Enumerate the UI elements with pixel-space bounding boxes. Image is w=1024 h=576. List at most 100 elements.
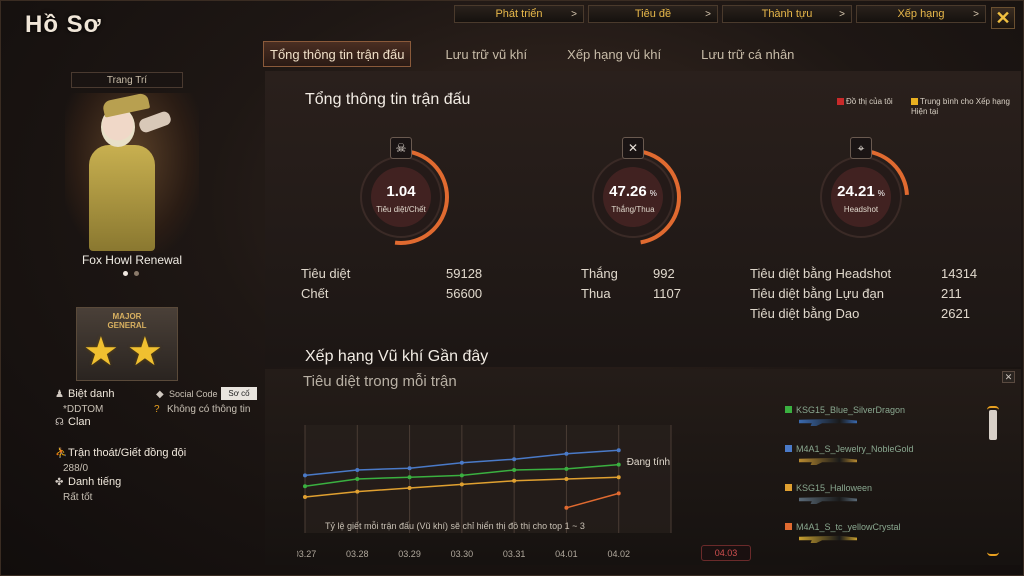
profile-window: Hồ Sơ Phát triển > Tiêu đề > Thành tựu > Xế… xyxy=(0,0,1024,576)
stat-knife-label: Tiêu diệt bằng Dao xyxy=(750,306,860,321)
data-point[interactable] xyxy=(407,475,412,480)
weapon-item[interactable]: KSG15_Halloween xyxy=(785,483,985,504)
close-button[interactable]: ✕ xyxy=(991,7,1015,29)
help-icon: ? xyxy=(154,404,160,415)
data-point[interactable] xyxy=(564,477,569,481)
data-point[interactable] xyxy=(459,473,464,478)
chevron-right-icon: > xyxy=(705,8,711,20)
x-tick-label: 03.27 xyxy=(297,549,316,559)
star-icon: ★ xyxy=(127,330,163,374)
weapon-color-swatch xyxy=(785,406,792,413)
social-code-value-text: Không có thông tin xyxy=(167,404,251,415)
weapon-name: M4A1_S_Jewelry_NobleGold xyxy=(796,444,914,454)
weapon-color-swatch xyxy=(785,484,792,491)
tab-match-summary[interactable]: Tổng thông tin trận đấu xyxy=(263,41,412,67)
window-title: Hồ Sơ xyxy=(25,11,102,38)
tab-personal-archive[interactable]: Lưu trữ cá nhân xyxy=(695,41,800,67)
data-point[interactable] xyxy=(512,468,517,472)
gauge-number: 24.21 xyxy=(837,183,875,200)
star-icon: ★ xyxy=(83,330,119,374)
nickname-label: ♟ Biệt danh xyxy=(55,388,114,400)
clan-label: ☊ Clan xyxy=(55,416,91,428)
weapon-item[interactable]: KSG15_Blue_SilverDragon xyxy=(785,405,985,426)
weapon-name: KSG15_Halloween xyxy=(796,483,873,493)
chart-subtitle: Tiêu diệt trong mỗi trận xyxy=(303,373,457,390)
data-point[interactable] xyxy=(355,468,360,472)
social-code-value: ? Không có thông tin xyxy=(154,404,250,415)
stat-losses-value: 1107 xyxy=(653,286,681,301)
tab-weapon-ranking[interactable]: Xếp hạng vũ khí xyxy=(561,41,667,67)
weapon-item[interactable]: M4A1_S_Jewelry_NobleGold xyxy=(785,444,985,465)
nav-title[interactable]: Tiêu đề > xyxy=(588,5,718,23)
stat-kills-value: 59128 xyxy=(446,266,483,281)
social-code-button[interactable]: Sơ cố xyxy=(221,387,257,400)
stat-wins-value: 992 xyxy=(653,266,675,281)
weapon-item[interactable]: M4A1_S_tc_yellowCrystal xyxy=(785,522,985,543)
skin-name: Fox Howl Renewal xyxy=(81,253,183,267)
data-point[interactable] xyxy=(616,475,621,480)
data-point[interactable] xyxy=(616,462,621,467)
chevron-right-icon: > xyxy=(839,8,845,20)
reputation-label-text: Danh tiếng xyxy=(68,476,122,488)
recent-title: Xếp hạng Vũ khí Gần đây xyxy=(305,348,489,365)
data-point[interactable] xyxy=(303,484,307,489)
data-point[interactable] xyxy=(616,491,621,496)
weapon-name: KSG15_Blue_SilverDragon xyxy=(796,405,906,415)
data-point[interactable] xyxy=(303,495,307,499)
data-point[interactable] xyxy=(303,473,307,478)
scroll-thumb[interactable] xyxy=(989,410,997,440)
nav-development[interactable]: Phát triển > xyxy=(454,5,584,23)
date-04-03-button[interactable]: 04.03 xyxy=(701,545,751,561)
clan-label-text: Clan xyxy=(68,416,91,428)
data-point[interactable] xyxy=(459,482,464,487)
chevron-right-icon: > xyxy=(571,8,577,20)
stat-grenade-value: 211 xyxy=(941,286,962,301)
reputation-icon: ✤ xyxy=(55,477,64,488)
data-point[interactable] xyxy=(459,460,464,465)
nickname-label-text: Biệt danh xyxy=(68,388,115,400)
gauge-label: Tiêu diệt/Chết xyxy=(376,205,426,214)
escape-label: ⛹Trận thoát/Giết đồng đội xyxy=(55,447,186,459)
legend-mine-text: Đồ thị của tôi xyxy=(846,97,893,106)
x-tick-label: 03.28 xyxy=(346,549,369,559)
data-point[interactable] xyxy=(564,466,569,471)
carousel-dot[interactable] xyxy=(123,271,128,276)
data-point[interactable] xyxy=(512,478,517,483)
tab-weapon-archive[interactable]: Lưu trữ vũ khí xyxy=(439,41,533,67)
carousel-dot[interactable] xyxy=(134,271,139,276)
data-point[interactable] xyxy=(616,448,621,453)
data-point[interactable] xyxy=(512,457,517,462)
data-point[interactable] xyxy=(355,477,360,481)
weapon-name: M4A1_S_tc_yellowCrystal xyxy=(796,522,901,532)
weapon-list-scrollbar[interactable] xyxy=(987,406,999,556)
stat-grenade-label: Tiêu diệt bằng Lựu đạn xyxy=(750,286,884,301)
character-avatar[interactable] xyxy=(65,92,199,253)
chart-close-button[interactable]: ✕ xyxy=(1002,371,1015,383)
nav-ranking[interactable]: Xếp hạng > xyxy=(856,5,986,23)
skull-icon: ☠ xyxy=(390,137,412,159)
calculating-label: Đang tính xyxy=(627,457,670,468)
reputation-label: ✤ Danh tiếng xyxy=(55,476,121,488)
tag-icon: ◆ xyxy=(156,389,164,400)
x-tick-label: 04.01 xyxy=(555,549,578,559)
data-point[interactable] xyxy=(407,486,412,490)
legend-mine: Đồ thị của tôi xyxy=(837,97,893,106)
social-code-label: ◆ Social Code xyxy=(156,389,218,400)
rank-title-line: GENERAL xyxy=(107,321,147,330)
nav-label: Thành tựu xyxy=(761,8,813,20)
gauge-number: 1.04 xyxy=(386,183,416,200)
decoration-button[interactable]: Trang Trí xyxy=(71,72,183,88)
stat-headshot-value: 14314 xyxy=(941,266,978,281)
data-point[interactable] xyxy=(564,451,569,456)
nav-achievement[interactable]: Thành tựu > xyxy=(722,5,852,23)
gauge-label: Headshot xyxy=(843,205,879,214)
gauge-unit: % xyxy=(877,189,885,198)
clan-icon: ☊ xyxy=(55,417,64,428)
data-point[interactable] xyxy=(355,489,360,494)
weapon-color-swatch xyxy=(785,445,792,452)
data-point[interactable] xyxy=(564,505,569,510)
top-nav: Phát triển > Tiêu đề > Thành tựu > Xếp hạng… xyxy=(454,5,986,23)
x-tick-label: 03.30 xyxy=(451,549,474,559)
escape-value: 288/0 xyxy=(63,463,89,474)
data-point[interactable] xyxy=(407,466,412,471)
